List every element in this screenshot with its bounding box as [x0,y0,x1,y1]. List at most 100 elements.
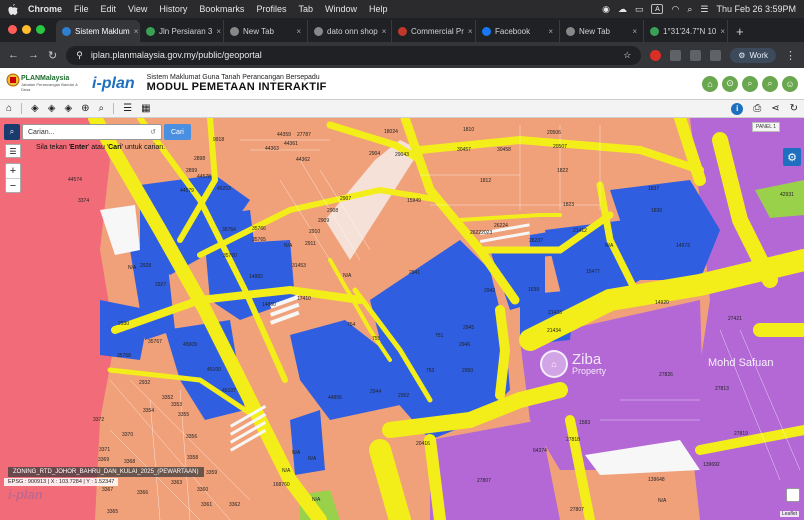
layers-remove-icon[interactable]: ◈ [64,103,72,114]
layers-icon[interactable]: ◈ [31,103,39,114]
print-icon[interactable]: ⎙ [753,103,761,114]
menu-tab[interactable]: Tab [298,4,313,14]
apple-icon[interactable] [8,3,18,15]
browser-tab[interactable]: Commercial Pr × [392,20,476,42]
lot-number-label: N/A [308,456,317,462]
list-icon[interactable]: ☰ [123,103,132,114]
close-tab-icon[interactable]: × [216,27,221,36]
layers-add-icon[interactable]: ◈ [48,103,56,114]
menu-history[interactable]: History [159,4,187,14]
browser-tab[interactable]: Sistem Maklum × [56,20,140,42]
clear-icon[interactable]: ↺ [150,128,156,136]
panel-label[interactable]: PANEL 1 [752,122,781,132]
close-tab-icon[interactable]: × [134,27,139,36]
browser-tab[interactable]: dato onn shop × [308,20,392,42]
menu-file[interactable]: File [74,4,89,14]
gear-icon[interactable]: ⚙ [783,148,801,166]
lot-number-label: 2908 [327,208,339,214]
minimap-toggle-icon[interactable] [786,488,800,502]
address-bar[interactable]: ⚲ iplan.planmalaysia.gov.my/public/geopo… [66,45,642,65]
zoning-map[interactable] [0,118,804,520]
cloud-icon[interactable]: ☁ [618,4,627,15]
search-input[interactable]: Carian... ↺ [22,124,162,140]
window-controls [8,25,45,34]
lot-number-label: 45203 [217,186,231,192]
browser-tab[interactable]: Facebook × [476,20,560,42]
browser-tab[interactable]: 1°31'24.7"N 10 × [644,20,728,42]
zoom-search-icon[interactable]: ⌕ [742,75,758,92]
zoom-out-button[interactable]: − [6,178,20,192]
search-icon[interactable]: ⌕ [99,103,105,114]
user-icon[interactable]: ☺ [782,75,798,92]
search-icon[interactable]: ⌕ [4,124,20,140]
home-icon[interactable]: ⌂ [702,75,718,92]
road[interactable] [495,305,511,400]
new-tab-button[interactable]: + [728,20,752,42]
browser-tab[interactable]: New Tab × [224,20,308,42]
close-tab-icon[interactable]: × [468,27,473,36]
lot-number-label: 14973 [676,243,690,249]
zone-commercial[interactable] [290,410,325,475]
close-tab-icon[interactable]: × [382,27,387,36]
profile-icon: ⚙ [738,50,746,60]
minimize-window-icon[interactable] [22,25,31,34]
planmalaysia-logo[interactable]: PLANMalaysia Jabatan Perancangan Bandar … [6,71,78,97]
map-icon[interactable]: ⊙ [722,75,738,92]
lot-number-label: 2899 [186,168,198,174]
clock[interactable]: Thu Feb 26 3:59PM [716,4,796,14]
menu-view[interactable]: View [128,4,147,14]
iplan-logo[interactable]: i-plan [92,75,135,93]
back-icon[interactable]: ← [8,49,19,61]
browser-tab[interactable]: New Tab × [560,20,644,42]
battery-icon[interactable]: ▭ [635,4,644,15]
menu-window[interactable]: Window [325,4,357,14]
input-source-icon[interactable]: A [651,4,664,14]
search-icon[interactable]: ⌕ [762,75,778,92]
forward-icon[interactable]: → [28,49,39,61]
bookmark-star-icon[interactable]: ☆ [623,50,631,61]
zone-institution-east[interactable] [690,118,804,520]
map-canvas[interactable]: 44574 3374 2898 2899 9918 44359 27787 44363 4436… [0,118,804,520]
screen-record-icon[interactable]: ◉ [602,4,610,15]
close-window-icon[interactable] [8,25,17,34]
lot-number-label: 31453 [292,263,306,269]
home-icon[interactable]: ⌂ [6,103,12,114]
lot-number-label: N/A [658,498,667,504]
leaflet-attribution[interactable]: Leaflet [780,511,800,517]
extension-icon[interactable] [690,49,702,61]
close-tab-icon[interactable]: × [720,27,725,36]
close-tab-icon[interactable]: × [296,27,301,36]
app-name[interactable]: Chrome [28,4,62,14]
share-icon[interactable]: ⋖ [771,103,779,114]
browser-tab[interactable]: Jln Persiaran 3 × [140,20,224,42]
zoom-in-icon[interactable]: ⊕ [81,103,89,114]
menu-edit[interactable]: Edit [101,4,117,14]
more-menu-icon[interactable]: ⋮ [785,49,796,62]
grid-icon[interactable]: ▦ [141,103,150,114]
lot-number-label: 2898 [194,156,206,162]
close-tab-icon[interactable]: × [548,27,553,36]
extension-icon[interactable] [670,49,682,61]
zoom-in-button[interactable]: + [6,164,20,178]
lot-number-label: 27421 [728,316,742,322]
site-info-icon[interactable]: ⚲ [76,50,83,61]
menu-profiles[interactable]: Profiles [256,4,286,14]
search-icon[interactable]: ⌕ [687,4,692,15]
search-button[interactable]: Cari [164,124,191,140]
control-center-icon[interactable]: ☰ [700,4,708,15]
menu-bookmarks[interactable]: Bookmarks [199,4,244,14]
close-tab-icon[interactable]: × [632,27,637,36]
menu-help[interactable]: Help [369,4,388,14]
layer-list-icon[interactable]: ☰ [5,144,21,158]
info-icon[interactable]: i [731,102,744,115]
reload-icon[interactable]: ↻ [48,49,57,62]
lot-number-label: 17410 [297,296,311,302]
zoom-window-icon[interactable] [36,25,45,34]
extensions-puzzle-icon[interactable] [710,49,722,61]
wifi-icon[interactable]: ◠ [671,4,679,15]
profile-work-button[interactable]: ⚙ Work [730,47,776,63]
refresh-icon[interactable]: ↻ [790,103,798,114]
extension-icon[interactable] [650,49,662,61]
logo-sub: Jabatan Perancangan Bandar & Desa [21,81,78,92]
lot-number-label: 2950 [462,368,474,374]
